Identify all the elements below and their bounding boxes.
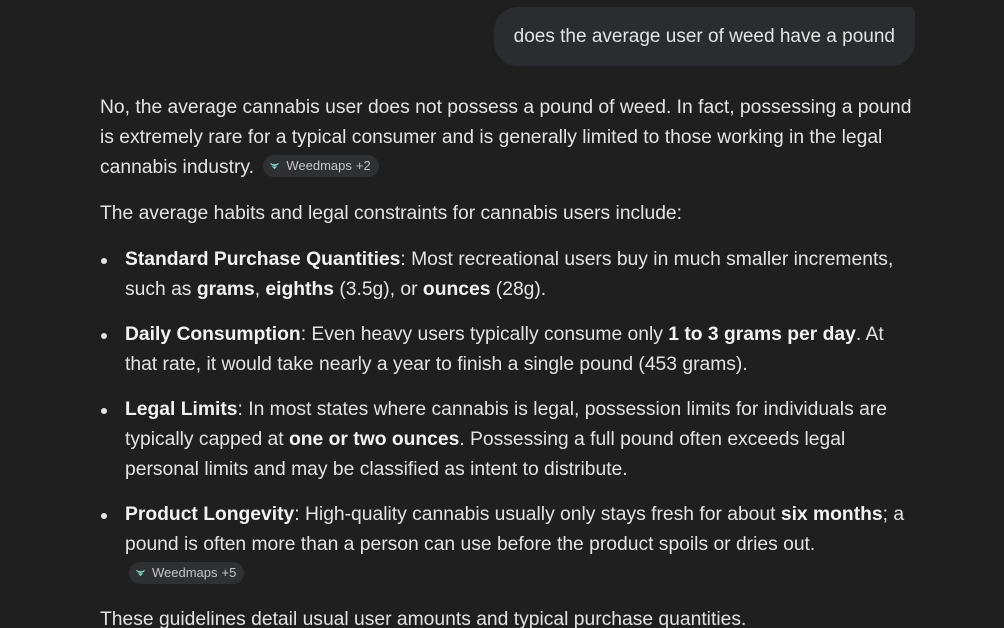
list-item: Daily Consumption: Even heavy users typi… xyxy=(100,320,920,380)
weedmaps-icon xyxy=(270,162,280,170)
list-item: Standard Purchase Quantities: Most recre… xyxy=(100,245,920,305)
citation-extra-count: +5 xyxy=(221,564,237,580)
item-title: Daily Consumption xyxy=(125,324,301,345)
bullet-icon xyxy=(101,408,107,414)
citation-source: Weedmaps xyxy=(152,564,218,580)
list-item: Legal Limits: In most states where canna… xyxy=(100,395,920,485)
item-bold: 1 to 3 grams per day xyxy=(668,324,856,345)
item-title: Product Longevity xyxy=(125,504,295,525)
item-text: : High-quality cannabis usually only sta… xyxy=(294,504,781,525)
user-message-bubble: does the average user of weed have a pou… xyxy=(493,7,915,66)
citation-chip[interactable]: Weedmaps +5 xyxy=(129,561,245,584)
item-title: Standard Purchase Quantities xyxy=(125,249,401,270)
item-text: (3.5g), or xyxy=(333,279,423,300)
item-bold: ounces xyxy=(422,279,491,300)
bullet-icon xyxy=(101,258,107,264)
chat-view: does the average user of weed have a pou… xyxy=(0,0,1004,628)
item-title: Legal Limits xyxy=(125,399,238,420)
item-bold: one or two ounces xyxy=(289,429,460,450)
response-lead: The average habits and legal constraints… xyxy=(100,203,682,224)
citation-source: Weedmaps xyxy=(286,157,352,173)
weedmaps-icon xyxy=(135,569,146,577)
response-outro: These guidelines detail usual user amoun… xyxy=(100,609,747,628)
item-bold: eighths xyxy=(265,279,334,300)
bullet-icon xyxy=(101,513,107,519)
list-item: Product Longevity: High-quality cannabis… xyxy=(100,500,920,590)
citation-chip[interactable]: Weedmaps +2 xyxy=(263,154,379,177)
assistant-response: No, the average cannabis user does not p… xyxy=(100,93,920,628)
intro-text: No, the average cannabis user does not p… xyxy=(100,97,912,178)
item-text: (28g). xyxy=(490,279,547,300)
citation-extra-count: +2 xyxy=(355,157,371,173)
item-bold: six months xyxy=(780,504,883,525)
item-bold: grams xyxy=(196,279,255,300)
response-intro: No, the average cannabis user does not p… xyxy=(100,93,920,183)
bullet-icon xyxy=(101,333,107,339)
bullet-list: Standard Purchase Quantities: Most recre… xyxy=(100,245,920,590)
item-text: , xyxy=(254,279,266,300)
item-text: : Even heavy users typically consume onl… xyxy=(300,324,669,345)
